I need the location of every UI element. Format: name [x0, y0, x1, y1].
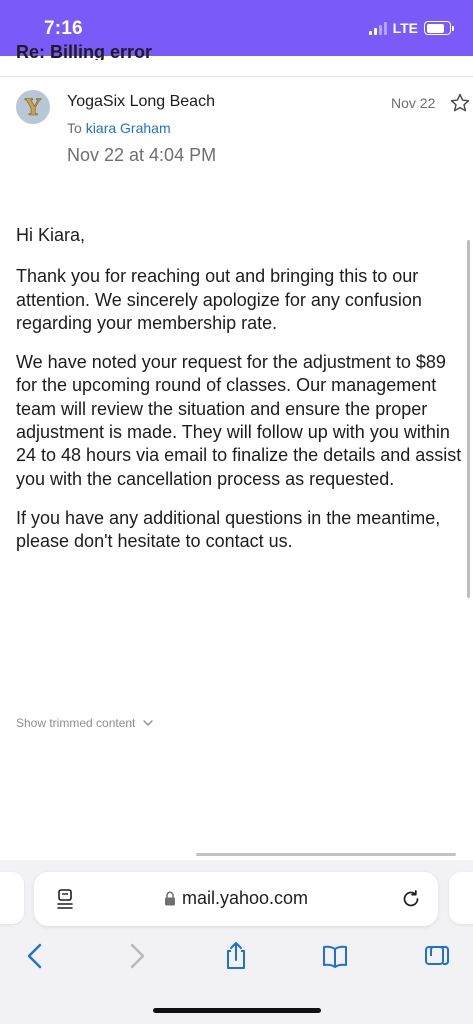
previous-tab-card[interactable] — [0, 872, 24, 924]
chevron-down-icon — [143, 720, 154, 726]
star-icon[interactable] — [449, 92, 471, 114]
url-display[interactable]: mail.yahoo.com — [34, 888, 438, 909]
svg-text:Y: Y — [24, 95, 41, 121]
status-indicators: LTE — [368, 20, 454, 36]
vertical-scrollbar[interactable] — [467, 240, 470, 598]
home-indicator[interactable] — [153, 1008, 321, 1013]
forward-icon[interactable] — [122, 940, 152, 972]
url-text: mail.yahoo.com — [181, 888, 309, 908]
email-subject: Re: Billing error — [16, 42, 153, 60]
email-body: Hi Kiara, Thank you for reaching out and… — [16, 224, 466, 570]
email-full-date: Nov 22 at 4:04 PM — [67, 145, 217, 165]
email-paragraph: If you have any additional questions in … — [16, 507, 441, 552]
recipient-name[interactable]: kiara Graham — [86, 120, 171, 136]
lock-icon — [164, 891, 175, 906]
sender-name[interactable]: YogaSix Long Beach — [67, 93, 215, 111]
recipient-line: To kiara Graham — [67, 120, 171, 136]
reload-icon[interactable] — [400, 888, 422, 910]
email-short-date: Nov 22 — [391, 95, 436, 111]
email-paragraph: We have noted your request for the adjus… — [16, 352, 462, 489]
email-paragraph: Thank you for reaching out and bringing … — [16, 266, 422, 333]
network-type: LTE — [392, 20, 418, 36]
show-trimmed-label: Show trimmed content — [16, 716, 136, 730]
bookmarks-icon[interactable] — [320, 940, 350, 972]
recipient-prefix: To — [67, 120, 82, 136]
status-time: 7:16 — [44, 18, 83, 39]
back-icon[interactable] — [20, 940, 50, 972]
cellular-signal-icon — [368, 21, 387, 35]
tabs-icon[interactable] — [422, 940, 452, 972]
show-trimmed-content-link[interactable]: Show trimmed content — [16, 716, 154, 730]
next-tab-card[interactable] — [449, 872, 473, 924]
battery-icon — [424, 21, 454, 35]
share-icon[interactable] — [221, 940, 251, 972]
horizontal-scrollbar[interactable] — [196, 853, 456, 856]
email-greeting: Hi Kiara, — [16, 225, 86, 245]
address-bar[interactable]: mail.yahoo.com — [34, 872, 438, 926]
divider — [0, 76, 473, 77]
sender-avatar[interactable]: Y — [16, 90, 50, 124]
avatar-logo-icon: Y — [16, 90, 50, 124]
